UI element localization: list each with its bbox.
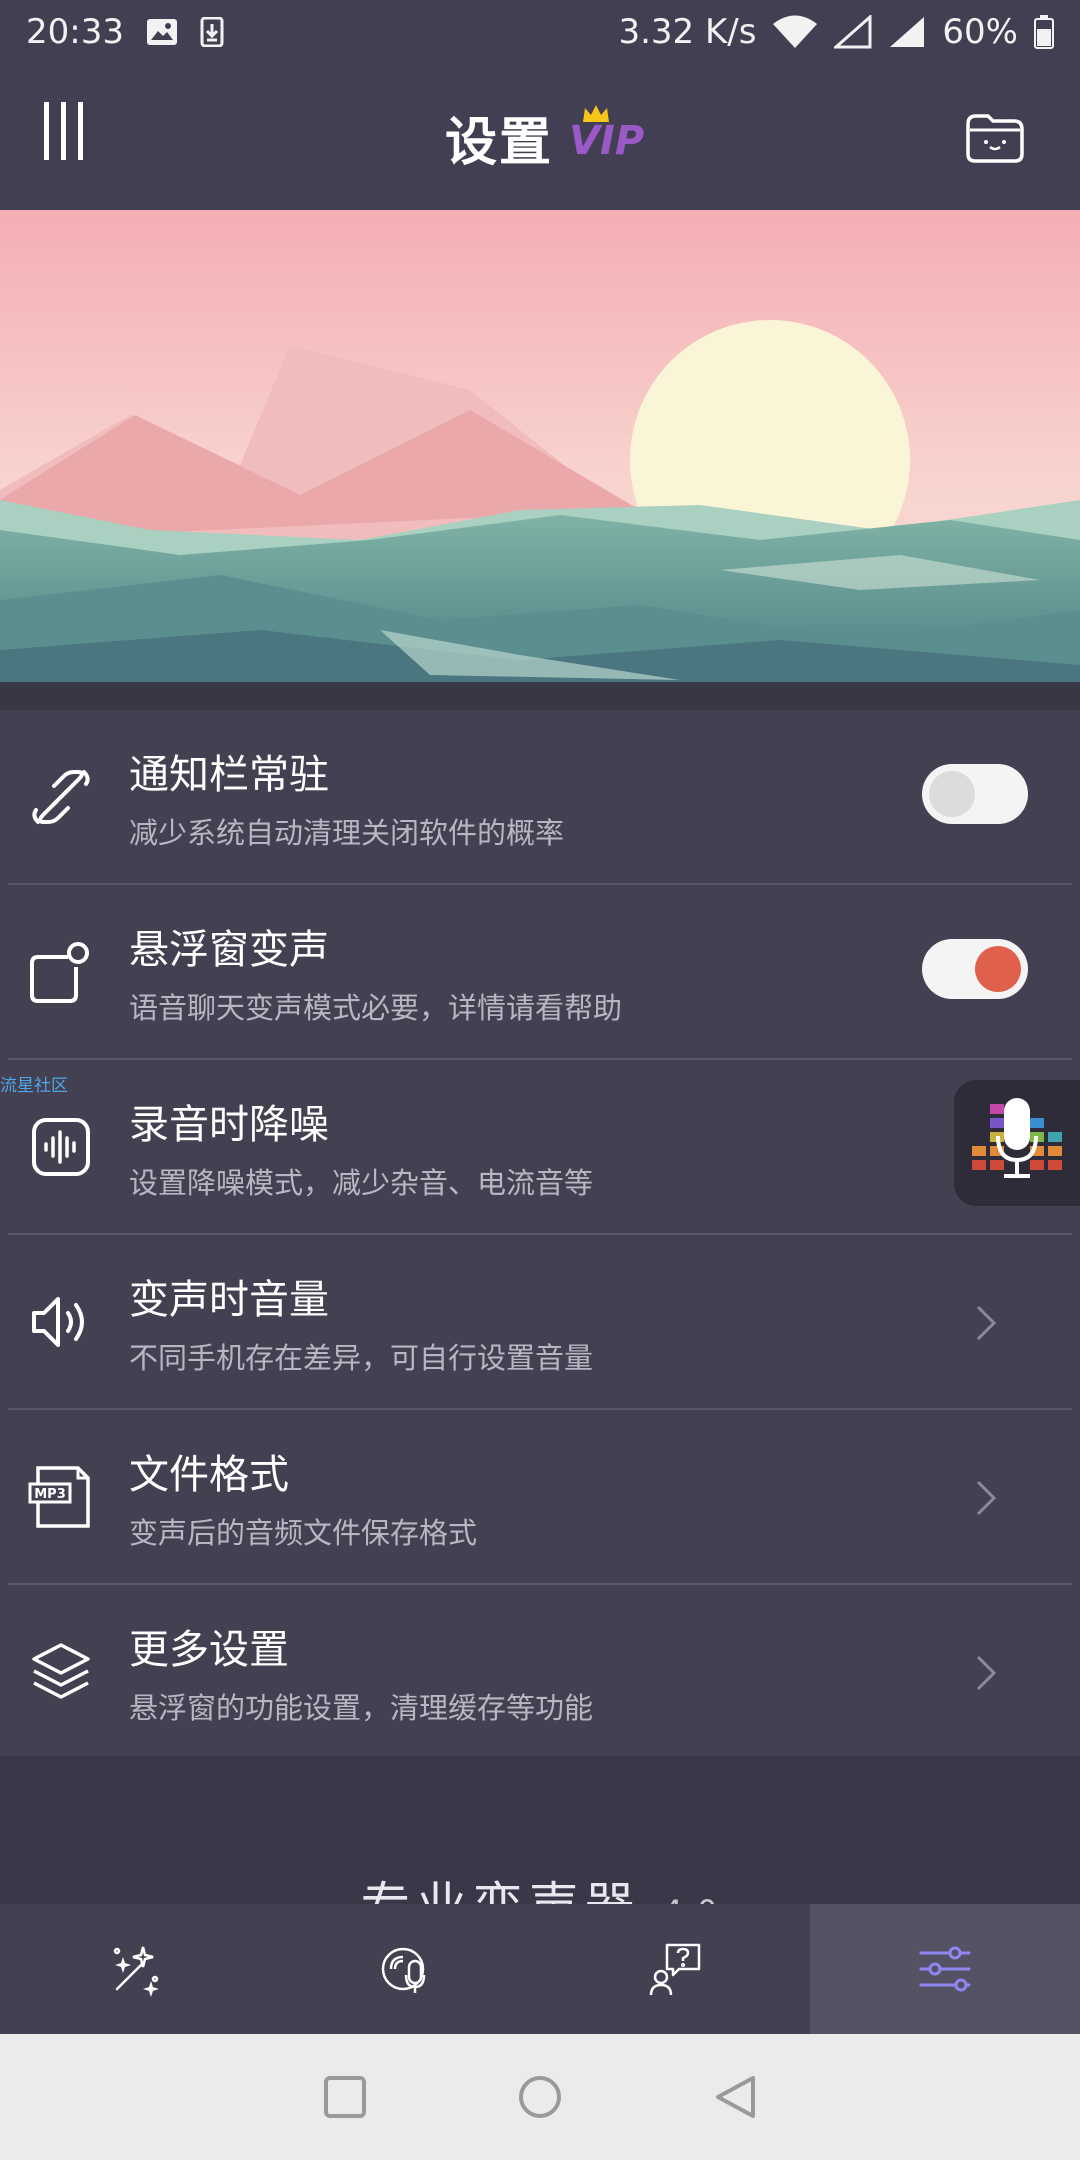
network-speed: 3.32 K/s xyxy=(618,12,757,52)
settings-list: 通知栏常驻 减少系统自动清理关闭软件的概率 悬浮窗变声 语音聊天变声模式必要，详… xyxy=(0,710,1080,1756)
setting-subtitle: 语音聊天变声模式必要，详情请看帮助 xyxy=(129,991,623,1025)
nav-voice-effects[interactable] xyxy=(0,1904,270,2034)
setting-file-format[interactable]: MP3 文件格式 变声后的音频文件保存格式 xyxy=(0,1410,1080,1585)
page-title: 设置 xyxy=(444,112,553,173)
banner-illustration xyxy=(0,210,1080,682)
battery-icon xyxy=(1034,15,1054,49)
app-brand-name: 专业变声器 xyxy=(361,1877,641,1904)
signal-icon xyxy=(888,15,926,49)
setting-noise-reduction[interactable]: 录音时降噪 设置降噪模式，减少杂音、电流音等 xyxy=(0,1060,1080,1235)
voice-record-icon xyxy=(381,1947,426,1993)
setting-subtitle: 悬浮窗的功能设置，清理缓存等功能 xyxy=(129,1691,594,1725)
chevron-right-icon xyxy=(976,1655,997,1691)
setting-volume[interactable]: 变声时音量 不同手机存在差异，可自行设置音量 xyxy=(0,1235,1080,1410)
folder-icon[interactable] xyxy=(964,110,1026,164)
app-bar: 设置 VIP xyxy=(0,64,1080,210)
battery-percent: 60% xyxy=(942,12,1018,52)
system-nav-bar xyxy=(0,2034,1080,2160)
noise-reduction-icon xyxy=(28,1114,94,1180)
signal-icon xyxy=(834,15,872,49)
image-icon xyxy=(146,18,178,46)
nav-settings[interactable] xyxy=(810,1904,1080,2034)
setting-subtitle: 不同手机存在差异，可自行设置音量 xyxy=(129,1341,594,1375)
link-icon xyxy=(28,764,94,830)
bottom-nav xyxy=(0,1904,1080,2034)
app-version: 4.0 xyxy=(663,1893,720,1904)
floating-window-icon xyxy=(28,939,94,1005)
setting-subtitle: 变声后的音频文件保存格式 xyxy=(129,1516,478,1550)
notification-toggle[interactable] xyxy=(922,764,1028,824)
status-bar: 20:33 3.32 K/s 60% xyxy=(0,0,1080,64)
setting-title: 录音时降噪 xyxy=(129,1102,329,1148)
nav-recording[interactable] xyxy=(270,1904,540,2034)
settings-sliders-icon xyxy=(919,1946,971,1992)
nav-help[interactable] xyxy=(540,1904,810,2034)
setting-notification-persistent[interactable]: 通知栏常驻 减少系统自动清理关闭软件的概率 xyxy=(0,710,1080,885)
chevron-right-icon xyxy=(976,1480,997,1516)
status-time: 20:33 xyxy=(26,12,124,52)
back-icon[interactable] xyxy=(713,2074,757,2120)
mp3-label: MP3 xyxy=(34,1487,66,1502)
vip-badge[interactable]: VIP xyxy=(565,104,644,170)
mp3-file-icon: MP3 xyxy=(28,1464,94,1530)
vip-label: VIP xyxy=(569,118,645,164)
toggle-knob xyxy=(929,771,975,817)
setting-title: 文件格式 xyxy=(129,1452,289,1498)
banner-spacer xyxy=(0,682,1080,710)
volume-icon xyxy=(28,1289,94,1355)
setting-subtitle: 设置降噪模式，减少杂音、电流音等 xyxy=(129,1166,594,1200)
setting-title: 更多设置 xyxy=(129,1627,289,1673)
chevron-right-icon xyxy=(976,1305,997,1341)
footer-brand: 专业变声器 4.0 xyxy=(0,1866,1080,1904)
floating-window-toggle[interactable] xyxy=(922,939,1028,999)
home-icon[interactable] xyxy=(517,2074,563,2120)
toggle-knob xyxy=(975,946,1021,992)
magic-wand-icon xyxy=(113,1946,159,1997)
setting-title: 通知栏常驻 xyxy=(129,752,329,798)
layers-icon xyxy=(28,1639,94,1705)
setting-more[interactable]: 更多设置 悬浮窗的功能设置，清理缓存等功能 xyxy=(0,1585,1080,1760)
recents-icon[interactable] xyxy=(323,2075,367,2119)
floating-mic-button[interactable] xyxy=(954,1080,1080,1206)
footer: 专业变声器 4.0 xyxy=(0,1756,1080,1904)
wifi-icon xyxy=(772,15,818,49)
setting-title: 悬浮窗变声 xyxy=(129,927,329,973)
setting-title: 变声时音量 xyxy=(129,1277,329,1323)
community-watermark: 流星社区 xyxy=(0,1076,68,1096)
setting-floating-window-voice[interactable]: 悬浮窗变声 语音聊天变声模式必要，详情请看帮助 xyxy=(0,885,1080,1060)
download-icon xyxy=(200,17,224,47)
help-chat-icon xyxy=(649,1943,701,1996)
microphone-icon xyxy=(972,1098,1062,1178)
setting-subtitle: 减少系统自动清理关闭软件的概率 xyxy=(129,816,565,850)
